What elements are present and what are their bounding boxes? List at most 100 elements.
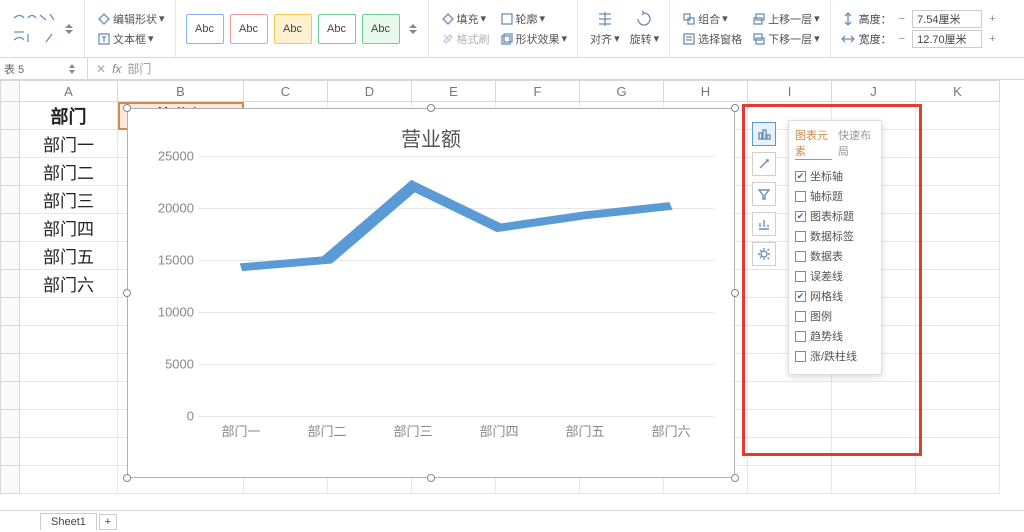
column-header-A[interactable]: A <box>20 80 118 102</box>
chart-element-option[interactable]: 数据表 <box>795 246 875 266</box>
row-header-3[interactable] <box>0 158 20 186</box>
brush-icon[interactable] <box>752 152 776 176</box>
cell-A8[interactable] <box>20 298 118 326</box>
style-preset-4[interactable]: Abc <box>318 14 356 44</box>
checkbox[interactable] <box>795 191 806 202</box>
outline-button[interactable]: 轮廓 ▾ <box>498 10 570 28</box>
rotate-button[interactable]: 旋转 ▾ <box>628 30 662 48</box>
chart-element-option[interactable]: 涨/跌柱线 <box>795 346 875 366</box>
cell-K14[interactable] <box>916 466 1000 494</box>
resize-handle-r[interactable] <box>731 289 739 297</box>
stats-icon[interactable] <box>752 212 776 236</box>
checkbox[interactable] <box>795 351 806 362</box>
checkbox[interactable] <box>795 331 806 342</box>
row-header-10[interactable] <box>0 354 20 382</box>
column-header-I[interactable]: I <box>748 80 832 102</box>
chart-element-option[interactable]: 趋势线 <box>795 326 875 346</box>
chart-elements-tab[interactable]: 快速布局 <box>838 127 875 160</box>
cell-A11[interactable] <box>20 382 118 410</box>
cell-K7[interactable] <box>916 270 1000 298</box>
cell-A3[interactable]: 部门二 <box>20 158 118 186</box>
checkbox[interactable] <box>795 271 806 282</box>
chart-title[interactable]: 营业额 <box>128 109 734 156</box>
select-pane-button[interactable]: 选择窗格 <box>680 30 744 48</box>
cell-K2[interactable] <box>916 130 1000 158</box>
cell-A14[interactable] <box>20 466 118 494</box>
cell-J14[interactable] <box>832 466 916 494</box>
fx-label[interactable]: fx <box>112 62 121 76</box>
cell-K5[interactable] <box>916 214 1000 242</box>
cell-A2[interactable]: 部门一 <box>20 130 118 158</box>
filter-icon[interactable] <box>752 182 776 206</box>
row-header-12[interactable] <box>0 410 20 438</box>
column-header-B[interactable]: B <box>118 80 244 102</box>
bring-forward-button[interactable]: 上移一层 ▾ <box>750 10 822 28</box>
cell-K11[interactable] <box>916 382 1000 410</box>
chart-plot-area[interactable]: 0500010000150002000025000 部门一部门二部门三部门四部门… <box>198 156 714 436</box>
row-header-2[interactable] <box>0 130 20 158</box>
fill-button[interactable]: 填充 ▾ <box>439 10 492 28</box>
text-box-button[interactable]: 文本框 ▾ <box>95 30 167 48</box>
row-header-8[interactable] <box>0 298 20 326</box>
resize-handle-t[interactable] <box>427 104 435 112</box>
column-header-E[interactable]: E <box>412 80 496 102</box>
column-header-J[interactable]: J <box>832 80 916 102</box>
width-plus[interactable]: + <box>986 33 998 45</box>
cell-K12[interactable] <box>916 410 1000 438</box>
chart-element-option[interactable]: 图例 <box>795 306 875 326</box>
style-preset-2[interactable]: Abc <box>230 14 268 44</box>
settings-icon[interactable] <box>752 242 776 266</box>
column-header-C[interactable]: C <box>244 80 328 102</box>
checkbox[interactable] <box>795 231 806 242</box>
chart-element-option[interactable]: 轴标题 <box>795 186 875 206</box>
send-backward-button[interactable]: 下移一层 ▾ <box>750 30 822 48</box>
style-preset-3[interactable]: Abc <box>274 14 312 44</box>
resize-handle-bl[interactable] <box>123 474 131 482</box>
sheet-tab[interactable]: Sheet1 <box>40 513 97 530</box>
resize-handle-tr[interactable] <box>731 104 739 112</box>
resize-handle-b[interactable] <box>427 474 435 482</box>
cell-A7[interactable]: 部门六 <box>20 270 118 298</box>
cell-I14[interactable] <box>748 466 832 494</box>
select-all-corner[interactable] <box>0 80 20 102</box>
line-gallery-more[interactable] <box>62 24 76 34</box>
chart-elements-panel[interactable]: 图表元素快速布局 ✔坐标轴轴标题✔图表标题数据标签数据表误差线✔网格线图例趋势线… <box>788 120 882 375</box>
column-header-D[interactable]: D <box>328 80 412 102</box>
row-header-5[interactable] <box>0 214 20 242</box>
row-header-14[interactable] <box>0 466 20 494</box>
cell-K9[interactable] <box>916 326 1000 354</box>
width-input[interactable]: 12.70厘米 <box>912 30 982 48</box>
checkbox[interactable]: ✔ <box>795 291 806 302</box>
cell-K3[interactable] <box>916 158 1000 186</box>
row-header-7[interactable] <box>0 270 20 298</box>
cell-A9[interactable] <box>20 326 118 354</box>
cell-K1[interactable] <box>916 102 1000 130</box>
group-button[interactable]: 组合 ▾ <box>680 10 744 28</box>
embedded-chart[interactable]: 营业额 0500010000150002000025000 部门一部门二部门三部… <box>127 108 735 478</box>
align-button[interactable]: 对齐 ▾ <box>588 30 622 48</box>
cell-A6[interactable]: 部门五 <box>20 242 118 270</box>
column-header-H[interactable]: H <box>664 80 748 102</box>
cell-A5[interactable]: 部门四 <box>20 214 118 242</box>
add-sheet-button[interactable]: + <box>99 514 117 530</box>
shape-effects-button[interactable]: 形状效果 ▾ <box>498 30 570 48</box>
column-header-F[interactable]: F <box>496 80 580 102</box>
cell-A12[interactable] <box>20 410 118 438</box>
checkbox[interactable]: ✔ <box>795 211 806 222</box>
checkbox[interactable]: ✔ <box>795 171 806 182</box>
cell-A13[interactable] <box>20 438 118 466</box>
row-header-4[interactable] <box>0 186 20 214</box>
shape-style-gallery[interactable]: Abc Abc Abc Abc Abc <box>186 14 400 44</box>
edit-shape-button[interactable]: 编辑形状 ▾ <box>95 10 167 28</box>
cell-A1[interactable]: 部门 <box>20 102 118 130</box>
row-header-11[interactable] <box>0 382 20 410</box>
cell-K4[interactable] <box>916 186 1000 214</box>
row-header-9[interactable] <box>0 326 20 354</box>
chart-elements-tab[interactable]: 图表元素 <box>795 127 832 160</box>
style-preset-5[interactable]: Abc <box>362 14 400 44</box>
row-header-6[interactable] <box>0 242 20 270</box>
chart-element-option[interactable]: ✔坐标轴 <box>795 166 875 186</box>
height-minus[interactable]: − <box>896 13 908 25</box>
cell-K6[interactable] <box>916 242 1000 270</box>
cell-A4[interactable]: 部门三 <box>20 186 118 214</box>
